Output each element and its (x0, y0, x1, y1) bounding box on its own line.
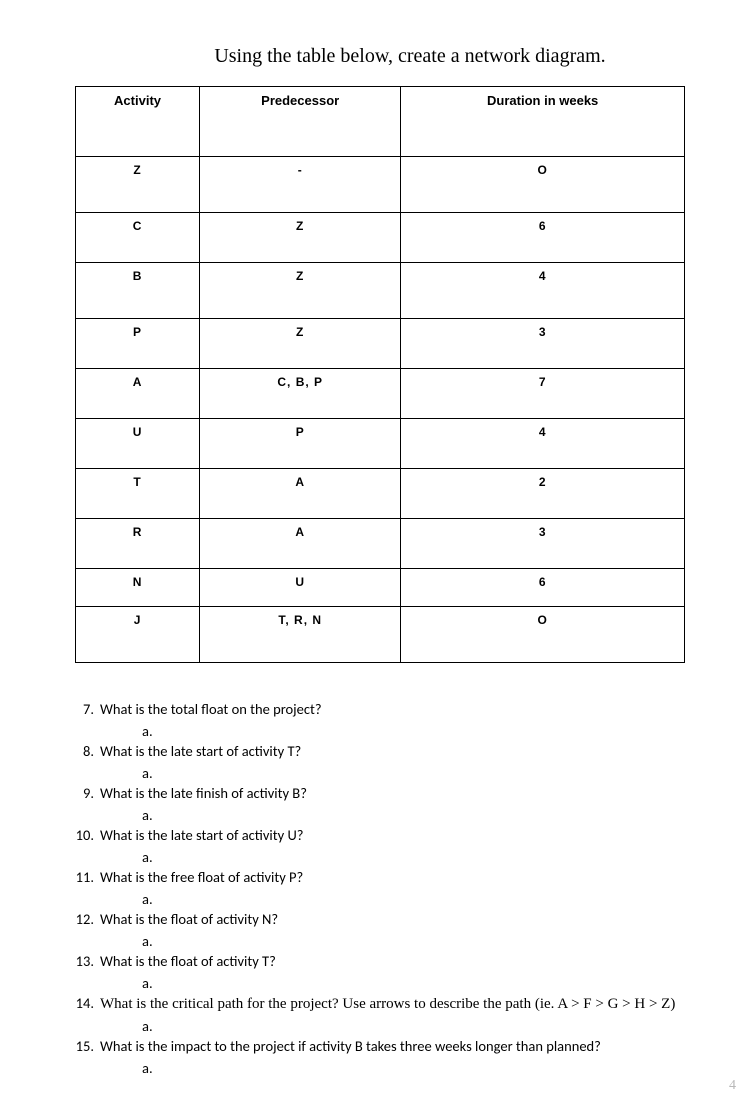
cell-duration: 4 (401, 419, 685, 469)
table-row: NU6 (76, 569, 685, 607)
table-row: TA2 (76, 469, 685, 519)
question-item: 9.What is the late finish of activity B?… (72, 783, 726, 825)
question-number: 11. (72, 867, 100, 889)
cell-activity: N (76, 569, 200, 607)
table-row: BZ4 (76, 263, 685, 319)
cell-predecessor: Z (200, 263, 401, 319)
cell-predecessor: P (200, 419, 401, 469)
table-row: PZ3 (76, 319, 685, 369)
cell-duration: 3 (401, 319, 685, 369)
question-row: 8.What is the late start of activity T? (72, 741, 726, 763)
questions-block: 7.What is the total float on the project… (72, 699, 726, 1078)
cell-duration: 6 (401, 213, 685, 263)
cell-predecessor: A (200, 469, 401, 519)
question-sub: a. (142, 763, 726, 783)
question-text: What is the late start of activity T? (100, 741, 726, 763)
table-row: JT, R, NO (76, 607, 685, 663)
question-row: 12.What is the float of activity N? (72, 909, 726, 931)
question-number: 13. (72, 951, 100, 973)
cell-predecessor: Z (200, 213, 401, 263)
cell-predecessor: T, R, N (200, 607, 401, 663)
question-item: 12.What is the float of activity N?a. (72, 909, 726, 951)
cell-activity: P (76, 319, 200, 369)
table-row: RA3 (76, 519, 685, 569)
cell-activity: J (76, 607, 200, 663)
question-item: 14.What is the critical path for the pro… (72, 993, 726, 1036)
page-title: Using the table below, create a network … (170, 45, 650, 68)
question-sub: a. (142, 1016, 726, 1036)
cell-duration: 4 (401, 263, 685, 319)
cell-duration: 6 (401, 569, 685, 607)
question-text: What is the critical path for the projec… (100, 993, 726, 1016)
question-number: 15. (72, 1036, 100, 1058)
question-text: What is the impact to the project if act… (100, 1036, 726, 1058)
table-row: CZ6 (76, 213, 685, 263)
question-row: 15.What is the impact to the project if … (72, 1036, 726, 1058)
table-row: UP4 (76, 419, 685, 469)
question-row: 13.What is the float of activity T? (72, 951, 726, 973)
question-text: What is the late start of activity U? (100, 825, 726, 847)
document-page: Using the table below, create a network … (0, 0, 756, 1108)
question-number: 7. (72, 699, 100, 721)
header-predecessor: Predecessor (200, 87, 401, 157)
question-text: What is the float of activity N? (100, 909, 726, 931)
cell-predecessor: A (200, 519, 401, 569)
question-sub: a. (142, 805, 726, 825)
question-number: 14. (72, 993, 100, 1015)
header-activity: Activity (76, 87, 200, 157)
activity-table: Activity Predecessor Duration in weeks Z… (75, 86, 685, 663)
cell-predecessor: C, B, P (200, 369, 401, 419)
cell-predecessor: - (200, 157, 401, 213)
cell-activity: B (76, 263, 200, 319)
cell-activity: U (76, 419, 200, 469)
cell-duration: 3 (401, 519, 685, 569)
header-duration: Duration in weeks (401, 87, 685, 157)
cell-duration: O (401, 157, 685, 213)
question-item: 7.What is the total float on the project… (72, 699, 726, 741)
cell-duration: O (401, 607, 685, 663)
question-row: 10.What is the late start of activity U? (72, 825, 726, 847)
question-row: 9.What is the late finish of activity B? (72, 783, 726, 805)
cell-activity: R (76, 519, 200, 569)
table-header-row: Activity Predecessor Duration in weeks (76, 87, 685, 157)
page-number: 4 (729, 1078, 736, 1094)
question-item: 13.What is the float of activity T?a. (72, 951, 726, 993)
question-item: 15.What is the impact to the project if … (72, 1036, 726, 1078)
question-item: 11.What is the free float of activity P?… (72, 867, 726, 909)
question-sub: a. (142, 973, 726, 993)
question-sub: a. (142, 847, 726, 867)
question-text: What is the free float of activity P? (100, 867, 726, 889)
question-item: 10.What is the late start of activity U?… (72, 825, 726, 867)
table-row: AC, B, P7 (76, 369, 685, 419)
question-sub: a. (142, 889, 726, 909)
question-text: What is the total float on the project? (100, 699, 726, 721)
question-number: 9. (72, 783, 100, 805)
cell-activity: Z (76, 157, 200, 213)
question-sub: a. (142, 1058, 726, 1078)
question-text: What is the float of activity T? (100, 951, 726, 973)
question-row: 7.What is the total float on the project… (72, 699, 726, 721)
cell-predecessor: Z (200, 319, 401, 369)
cell-activity: T (76, 469, 200, 519)
question-number: 10. (72, 825, 100, 847)
cell-activity: A (76, 369, 200, 419)
table-row: Z-O (76, 157, 685, 213)
cell-predecessor: U (200, 569, 401, 607)
question-number: 8. (72, 741, 100, 763)
question-sub: a. (142, 931, 726, 951)
cell-duration: 7 (401, 369, 685, 419)
question-number: 12. (72, 909, 100, 931)
question-row: 14.What is the critical path for the pro… (72, 993, 726, 1016)
question-text: What is the late finish of activity B? (100, 783, 726, 805)
cell-duration: 2 (401, 469, 685, 519)
question-sub: a. (142, 721, 726, 741)
question-row: 11.What is the free float of activity P? (72, 867, 726, 889)
question-item: 8.What is the late start of activity T?a… (72, 741, 726, 783)
cell-activity: C (76, 213, 200, 263)
